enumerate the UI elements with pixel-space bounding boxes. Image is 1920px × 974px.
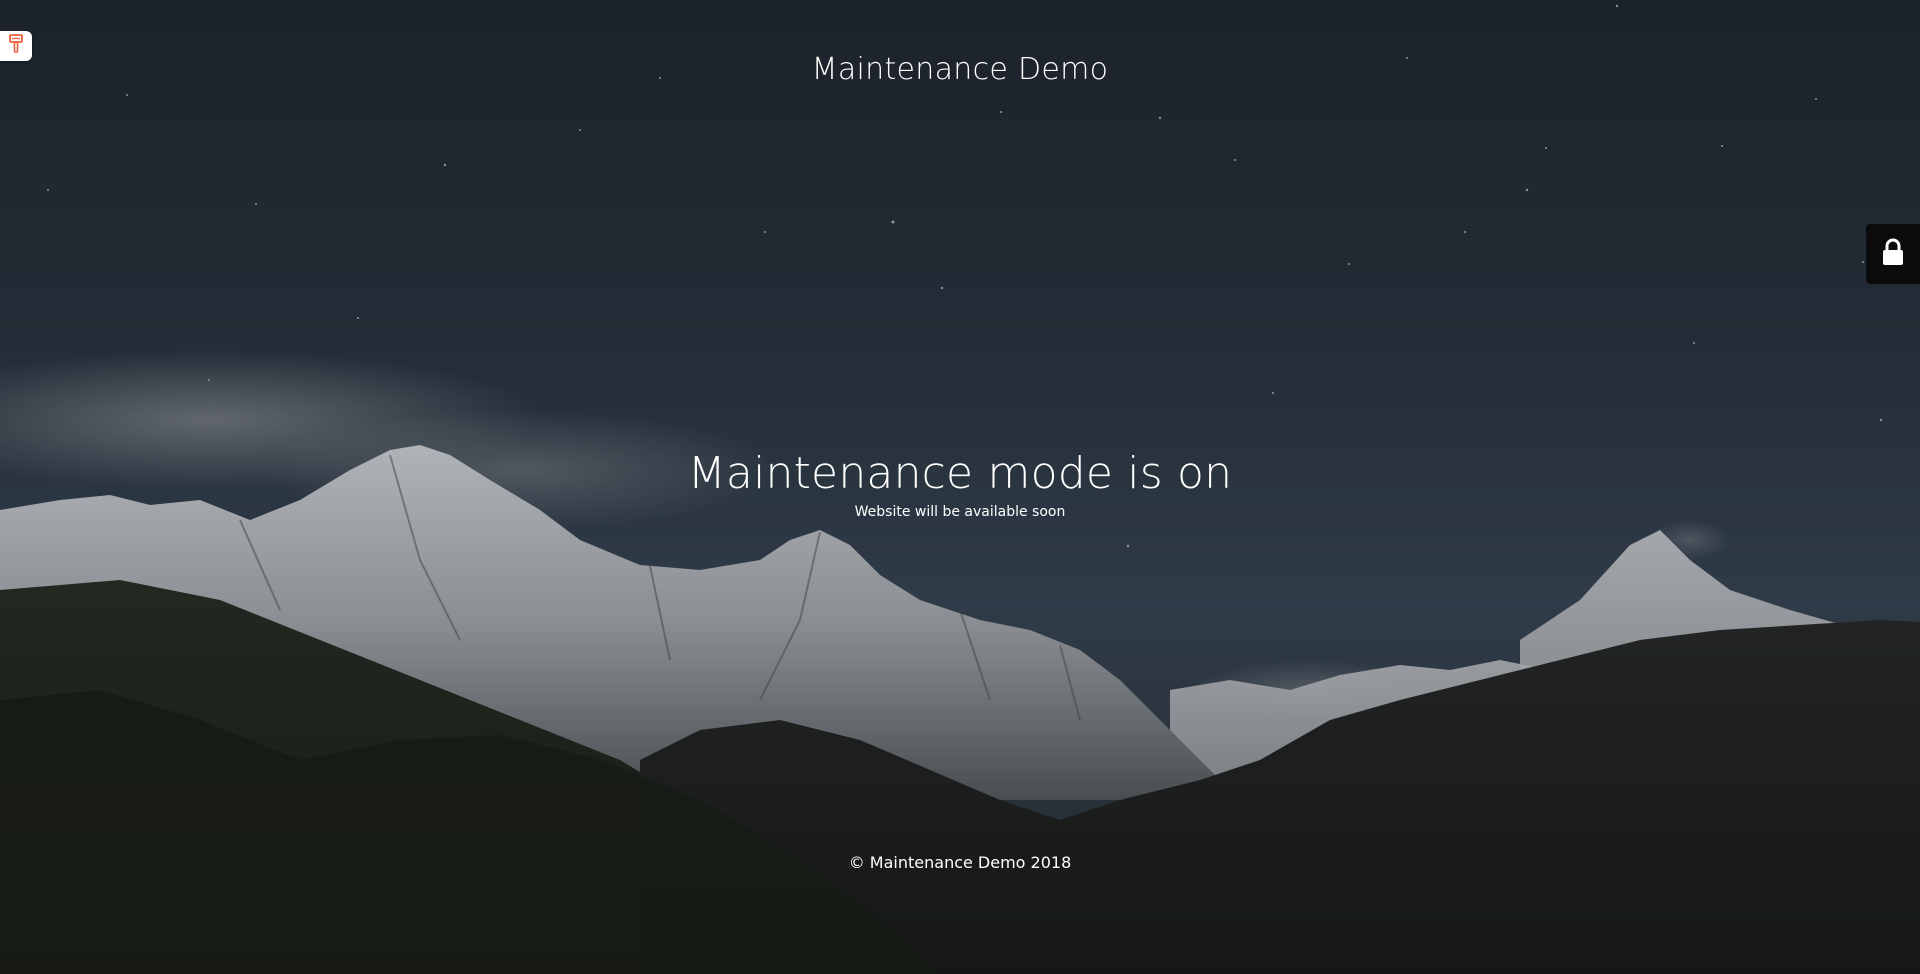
login-button[interactable] (1866, 224, 1920, 284)
lock-icon (1881, 238, 1905, 270)
maintenance-page: Maintenance Demo Maintenance mode is on … (0, 0, 1920, 974)
site-title: Maintenance Demo (811, 52, 1109, 87)
maintenance-subtext: Website will be available soon (854, 504, 1066, 520)
maintenance-headline: Maintenance mode is on (687, 448, 1233, 499)
footer-copyright: © Maintenance Demo 2018 (848, 853, 1072, 872)
